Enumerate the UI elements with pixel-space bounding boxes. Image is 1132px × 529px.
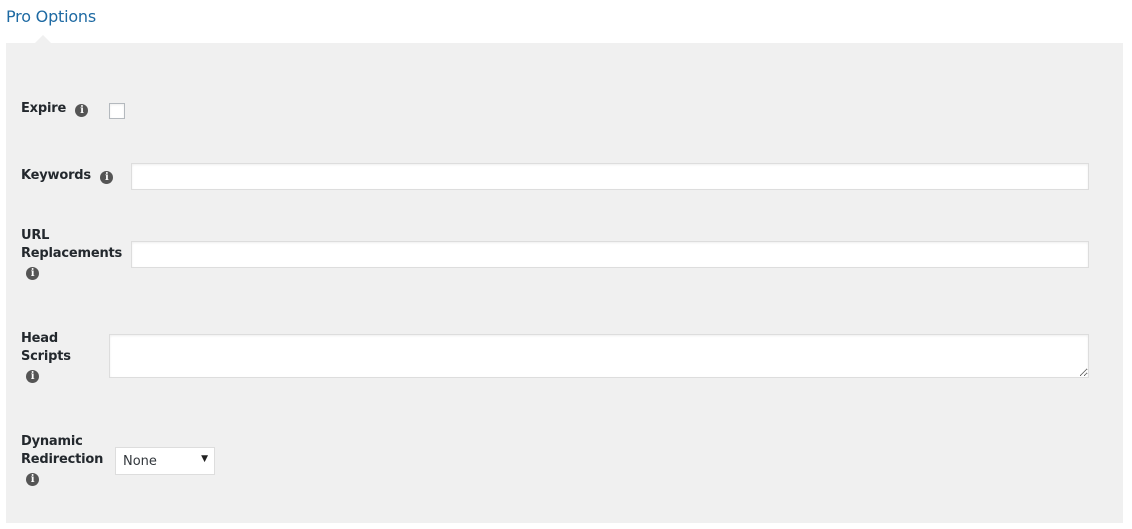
info-icon[interactable]: i	[26, 370, 39, 383]
head-scripts-label-line1: Head	[21, 331, 58, 346]
url-replacements-label-line2: Replacements	[21, 246, 123, 261]
keywords-label: Keywords i	[21, 167, 114, 185]
active-tab-indicator	[35, 35, 51, 43]
dynamic-redirection-label: Dynamic Redirection i	[21, 433, 103, 487]
head-scripts-label-line2: Scripts	[21, 349, 71, 364]
info-icon[interactable]: i	[26, 473, 39, 486]
dynamic-redirection-label-line1: Dynamic	[21, 434, 83, 449]
head-scripts-label: Head Scripts i	[21, 330, 71, 384]
dynamic-redirection-select[interactable]: None ▼	[115, 447, 215, 475]
expire-label-text: Expire	[21, 101, 67, 116]
expire-label: Expire i	[21, 100, 89, 118]
keywords-label-text: Keywords	[21, 168, 91, 183]
dropdown-arrow-icon: ▼	[201, 454, 208, 464]
url-replacements-label-line1: URL	[21, 228, 50, 243]
keywords-input[interactable]	[131, 163, 1089, 190]
url-replacements-label: URL Replacements i	[21, 227, 122, 281]
info-icon[interactable]: i	[26, 267, 39, 280]
expire-checkbox[interactable]	[109, 103, 125, 119]
info-icon[interactable]: i	[75, 104, 89, 117]
head-scripts-textarea[interactable]	[109, 334, 1089, 378]
section-tab-title[interactable]: Pro Options	[6, 7, 96, 26]
dynamic-redirection-label-line2: Redirection	[21, 452, 104, 467]
url-replacements-input[interactable]	[131, 241, 1089, 268]
selected-value: None	[123, 454, 157, 469]
info-icon[interactable]: i	[100, 171, 114, 184]
